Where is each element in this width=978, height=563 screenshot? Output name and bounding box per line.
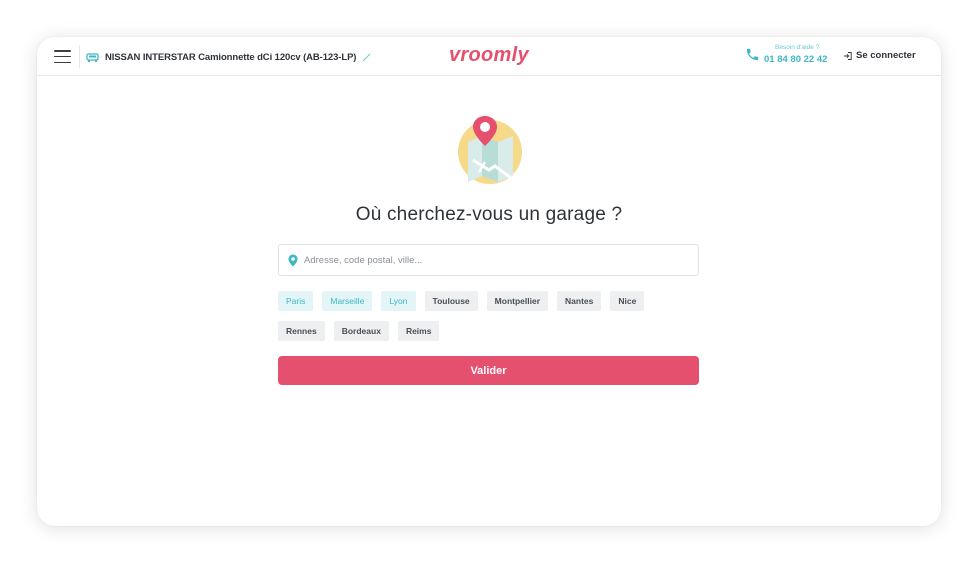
city-chip-montpellier[interactable]: Montpellier: [486, 291, 549, 311]
vehicle-selector[interactable]: NISSAN INTERSTAR Camionnette dCi 120cv (…: [86, 49, 371, 65]
phone-icon: [746, 48, 759, 61]
top-header: NISSAN INTERSTAR Camionnette dCi 120cv (…: [37, 37, 941, 76]
car-icon: [86, 52, 99, 62]
city-chip-bordeaux[interactable]: Bordeaux: [333, 321, 389, 341]
city-chip-reims[interactable]: Reims: [397, 321, 440, 341]
page-title: Où cherchez-vous un garage ?: [355, 204, 623, 225]
login-icon: [844, 51, 852, 60]
city-chip-nice[interactable]: Nice: [610, 291, 645, 311]
menu-icon[interactable]: [54, 50, 71, 63]
address-input[interactable]: [304, 254, 698, 266]
map-illustration: [458, 116, 522, 184]
city-chip-toulouse[interactable]: Toulouse: [424, 291, 478, 311]
help-label: Besoin d'aide ?: [775, 44, 820, 51]
vehicle-label: NISSAN INTERSTAR Camionnette dCi 120cv (…: [105, 51, 357, 63]
help-contact[interactable]: Besoin d'aide ? 01 84 80 22 42: [745, 44, 827, 65]
city-suggestions: Paris Marseille Lyon Toulouse Montpellie…: [278, 291, 708, 351]
header-divider: [79, 45, 80, 68]
login-button[interactable]: Se connecter: [843, 50, 916, 61]
city-row-1: Paris Marseille Lyon Toulouse Montpellie…: [278, 291, 708, 311]
vroomly-logo[interactable]: vroomly: [449, 44, 529, 67]
login-label: Se connecter: [856, 50, 916, 61]
city-chip-marseille[interactable]: Marseille: [322, 291, 373, 311]
location-pin-icon: [288, 254, 298, 266]
city-chip-lyon[interactable]: Lyon: [381, 291, 416, 311]
city-row-2: Rennes Bordeaux Reims: [278, 321, 708, 341]
address-search[interactable]: [278, 244, 699, 276]
browser-window: NISSAN INTERSTAR Camionnette dCi 120cv (…: [37, 37, 941, 526]
city-chip-paris[interactable]: Paris: [278, 291, 314, 311]
edit-pencil-icon[interactable]: [362, 53, 371, 62]
help-phone-number[interactable]: 01 84 80 22 42: [764, 54, 827, 65]
city-chip-rennes[interactable]: Rennes: [278, 321, 325, 341]
help-text: Besoin d'aide ? 01 84 80 22 42: [764, 44, 827, 65]
city-chip-nantes[interactable]: Nantes: [557, 291, 602, 311]
submit-button[interactable]: Valider: [278, 356, 699, 385]
